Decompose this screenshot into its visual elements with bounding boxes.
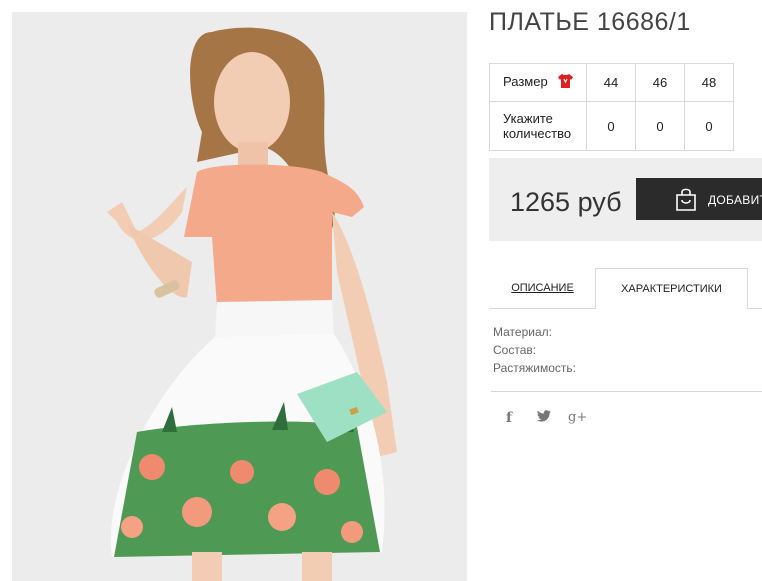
price: 1265 руб [510,187,622,217]
size-chart-shirt-icon[interactable] [557,73,574,92]
tab-characteristics[interactable]: ХАРАКТЕРИСТИКИ [595,268,748,309]
size-48[interactable]: 48 [684,63,734,102]
quantity-label-line1: Укажите [503,111,553,126]
facebook-icon[interactable]: f [506,410,512,426]
quantity-row: Укажите количество 0 0 0 [489,101,734,151]
spec-composition: Состав: [493,343,537,357]
tab-divider [747,308,762,309]
shopping-bag-icon [674,187,698,214]
quantity-label-cell: Укажите количество [489,101,587,151]
size-row: Размер 44 46 48 [489,63,734,102]
quantity-input-44[interactable]: 0 [586,101,636,151]
twitter-icon[interactable] [537,410,551,426]
quantity-label-line2: количество [503,126,572,141]
size-label: Размер [503,73,548,89]
size-44[interactable]: 44 [586,63,636,102]
add-to-cart-label: ДОБАВИТЬ [708,193,762,207]
product-photo[interactable] [12,12,467,581]
quantity-input-46[interactable]: 0 [635,101,685,151]
product-title: ПЛАТЬЕ 16686/1 [489,8,691,36]
spec-stretch: Растяжимость: [493,361,577,375]
google-plus-icon[interactable]: g+ [568,410,587,425]
size-quantity-table: Размер 44 46 48 Укажите количество 0 0 0 [489,63,734,151]
quantity-input-48[interactable]: 0 [684,101,734,151]
add-to-cart-button[interactable]: ДОБАВИТЬ [636,178,762,220]
product-image [12,12,467,581]
price-box: 1265 руб ДОБАВИТЬ [489,158,762,241]
tab-description[interactable]: ОПИСАНИЕ [489,268,596,308]
spec-material: Материал: [493,325,552,339]
section-divider [491,391,762,392]
size-label-cell: Размер [489,63,587,102]
tab-divider [489,308,595,309]
size-46[interactable]: 46 [635,63,685,102]
